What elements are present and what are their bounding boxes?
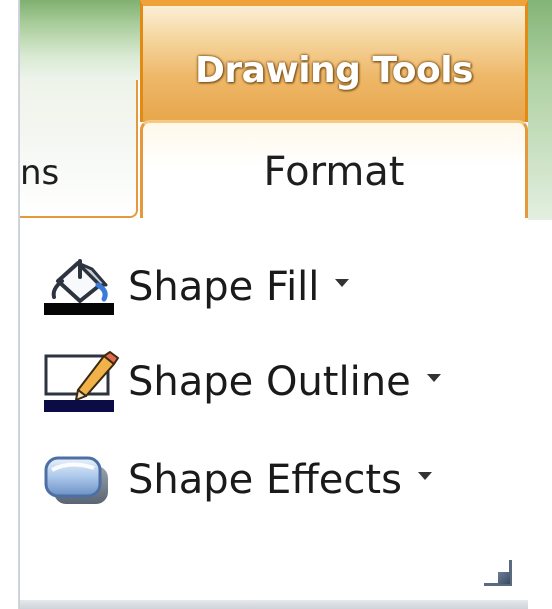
outline-color-bar: [44, 400, 114, 412]
paint-bucket-icon: [40, 255, 120, 319]
shape-fill-button[interactable]: Shape Fill: [40, 255, 350, 319]
shape-effects-label: Shape Effects: [128, 457, 402, 503]
contextual-tab-group-title: Drawing Tools: [195, 49, 473, 91]
fill-color-bar: [44, 303, 114, 315]
shape-fill-label: Shape Fill: [128, 264, 320, 310]
tab-format-label[interactable]: Format: [140, 142, 528, 202]
shape-effects-button[interactable]: Shape Effects: [40, 448, 432, 512]
window-frame-left: [0, 0, 20, 609]
shape-effects-icon: [40, 448, 120, 512]
tab-previous-label[interactable]: ns: [20, 148, 59, 198]
shape-outline-button[interactable]: Shape Outline: [40, 350, 441, 414]
ribbon-background-right: [528, 0, 552, 220]
pencil-outline-icon: [40, 350, 120, 414]
chevron-down-icon[interactable]: [335, 279, 350, 287]
dialog-launcher-arrow: [498, 572, 510, 584]
chevron-down-icon[interactable]: [417, 472, 432, 480]
ribbon-group-bottom-border: [20, 600, 528, 609]
ribbon-background-left: [20, 0, 140, 80]
chevron-down-icon[interactable]: [426, 374, 441, 382]
shape-outline-label: Shape Outline: [128, 359, 411, 405]
